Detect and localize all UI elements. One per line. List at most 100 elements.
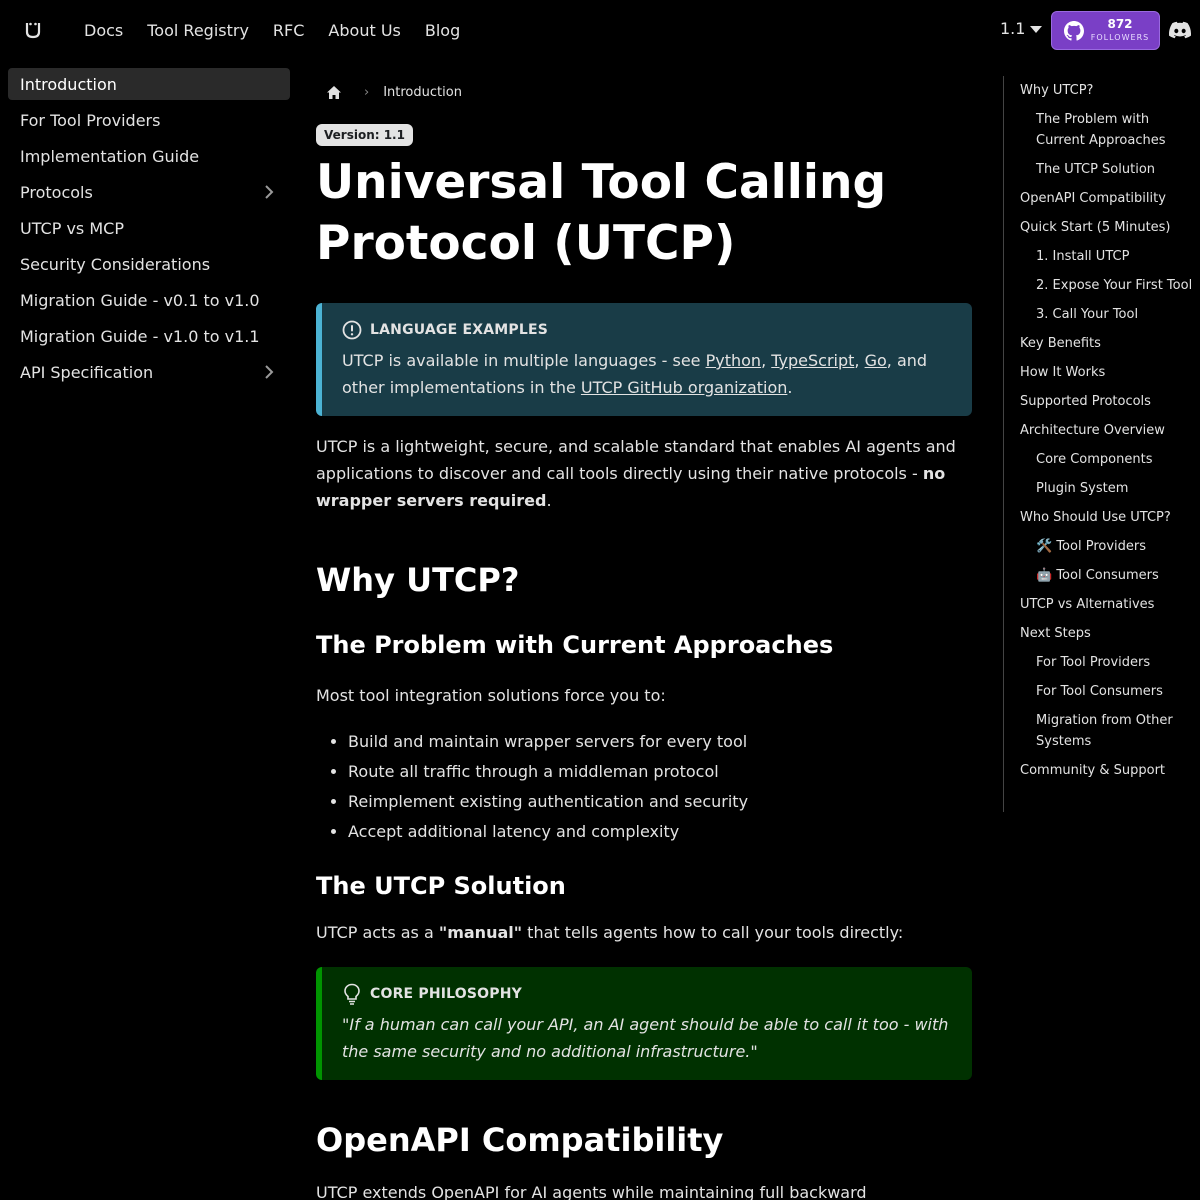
admonition-separator: ,	[761, 351, 772, 370]
version-dropdown[interactable]: 1.1	[1000, 19, 1043, 38]
list-item: Accept additional latency and complexity	[348, 819, 972, 845]
breadcrumb: › Introduction	[316, 76, 972, 108]
sidebar-item-utcp-vs-mcp[interactable]: UTCP vs MCP	[8, 212, 290, 244]
heading-problem: The Problem with Current Approaches	[316, 631, 834, 659]
solution-text-end: that tells agents how to call your tools…	[522, 923, 904, 942]
nav-link-docs[interactable]: Docs	[84, 21, 123, 40]
sidebar-item-label: Migration Guide - v1.0 to v1.1	[20, 326, 260, 346]
github-follower-label: FOLLOWERS	[1090, 33, 1150, 42]
admonition-heading: CORE PHILOSOPHY	[370, 986, 523, 1002]
tip-admonition: CORE PHILOSOPHY "If a human can call you…	[316, 967, 972, 1080]
intro-text-end: .	[546, 491, 552, 510]
python-link[interactable]: Python	[706, 351, 761, 370]
sidebar-item-label: API Specification	[20, 362, 154, 382]
discord-icon[interactable]	[1169, 21, 1191, 39]
intro-text: UTCP is a lightweight, secure, and scala…	[316, 437, 956, 483]
toc-item[interactable]: 2. Expose Your First Tool	[1004, 271, 1200, 300]
sidebar-item-migration-v10-v11[interactable]: Migration Guide - v1.0 to v1.1	[8, 320, 290, 352]
toc-item[interactable]: 🛠️ Tool Providers	[1004, 532, 1200, 561]
admonition-text: UTCP is available in multiple languages …	[342, 351, 706, 370]
nav-link-rfc[interactable]: RFC	[273, 21, 305, 40]
github-followers-button[interactable]: 872 FOLLOWERS	[1051, 11, 1160, 50]
solution-paragraph: UTCP acts as a "manual" that tells agent…	[316, 919, 972, 946]
toc-item[interactable]: Migration from Other Systems	[1004, 706, 1200, 756]
typescript-link[interactable]: TypeScript	[771, 351, 854, 370]
toc-item[interactable]: OpenAPI Compatibility	[1004, 184, 1200, 213]
github-icon	[1064, 21, 1084, 41]
sidebar-item-migration-v01-v10[interactable]: Migration Guide - v0.1 to v1.0	[8, 284, 290, 316]
sidebar-item-label: Security Considerations	[20, 254, 211, 274]
list-item: Build and maintain wrapper servers for e…	[348, 729, 972, 755]
admonition-body: UTCP is available in multiple languages …	[342, 347, 952, 401]
chevron-right-icon[interactable]	[262, 365, 276, 379]
philosophy-quote: "If a human can call your API, an AI age…	[342, 1015, 949, 1061]
nav-link-tool-registry[interactable]: Tool Registry	[147, 21, 249, 40]
sidebar-item-label: Introduction	[20, 74, 117, 94]
heading-solution: The UTCP Solution	[316, 872, 566, 900]
page-title: Universal Tool Calling Protocol (UTCP)	[316, 155, 887, 271]
heading-why-utcp: Why UTCP?	[316, 561, 520, 599]
utcp-logo-icon[interactable]	[22, 20, 44, 40]
breadcrumb-separator-icon: ›	[364, 84, 370, 100]
lightbulb-icon	[344, 983, 360, 1005]
go-link[interactable]: Go	[865, 351, 887, 370]
doc-content: › Introduction Version: 1.1 Universal To…	[316, 76, 972, 1200]
intro-paragraph: UTCP is a lightweight, secure, and scala…	[316, 433, 972, 514]
toc-item[interactable]: Quick Start (5 Minutes)	[1004, 213, 1200, 242]
sidebar-item-for-tool-providers[interactable]: For Tool Providers	[8, 104, 290, 136]
caret-down-icon	[1030, 26, 1043, 33]
list-item: Route all traffic through a middleman pr…	[348, 759, 972, 785]
sidebar-item-implementation-guide[interactable]: Implementation Guide	[8, 140, 290, 172]
info-icon	[342, 320, 362, 340]
sidebar-item-label: Migration Guide - v0.1 to v1.0	[20, 290, 260, 310]
sidebar-item-label: Protocols	[20, 182, 93, 202]
docs-sidebar: Introduction For Tool Providers Implemen…	[8, 68, 290, 392]
breadcrumb-current: Introduction	[383, 84, 462, 100]
info-admonition: LANGUAGE EXAMPLES UTCP is available in m…	[316, 303, 972, 416]
toc-item[interactable]: Plugin System	[1004, 474, 1200, 503]
table-of-contents: Why UTCP? The Problem with Current Appro…	[1003, 76, 1200, 812]
version-dropdown-label: 1.1	[1000, 19, 1026, 38]
solution-text: UTCP acts as a	[316, 923, 439, 942]
toc-item[interactable]: Supported Protocols	[1004, 387, 1200, 416]
toc-item[interactable]: For Tool Consumers	[1004, 677, 1200, 706]
toc-item[interactable]: 1. Install UTCP	[1004, 242, 1200, 271]
sidebar-item-label: Implementation Guide	[20, 146, 200, 166]
version-badge: Version: 1.1	[316, 124, 413, 146]
nav-link-blog[interactable]: Blog	[425, 21, 460, 40]
toc-item[interactable]: How It Works	[1004, 358, 1200, 387]
toc-item[interactable]: 🤖 Tool Consumers	[1004, 561, 1200, 590]
toc-item[interactable]: Core Components	[1004, 445, 1200, 474]
solution-bold-text: "manual"	[438, 923, 523, 942]
toc-item[interactable]: Why UTCP?	[1004, 76, 1200, 105]
top-navbar: Docs Tool Registry RFC About Us Blog 1.1…	[0, 0, 1200, 60]
nav-link-about-us[interactable]: About Us	[328, 21, 400, 40]
toc-item[interactable]: Architecture Overview	[1004, 416, 1200, 445]
admonition-heading: LANGUAGE EXAMPLES	[370, 322, 549, 338]
sidebar-item-api-specification[interactable]: API Specification	[8, 356, 290, 388]
heading-openapi: OpenAPI Compatibility	[316, 1121, 724, 1159]
sidebar-item-introduction[interactable]: Introduction	[8, 68, 290, 100]
github-org-link[interactable]: UTCP GitHub organization	[581, 378, 787, 397]
toc-item[interactable]: 3. Call Your Tool	[1004, 300, 1200, 329]
toc-item[interactable]: Community & Support	[1004, 756, 1200, 785]
toc-item[interactable]: For Tool Providers	[1004, 648, 1200, 677]
problem-list: Build and maintain wrapper servers for e…	[348, 729, 972, 845]
openapi-paragraph: UTCP extends OpenAPI for AI agents while…	[316, 1183, 867, 1200]
list-item: Reimplement existing authentication and …	[348, 789, 972, 815]
problem-intro: Most tool integration solutions force yo…	[316, 686, 666, 705]
sidebar-item-security-considerations[interactable]: Security Considerations	[8, 248, 290, 280]
toc-item[interactable]: The UTCP Solution	[1004, 155, 1200, 184]
admonition-text: .	[787, 378, 793, 397]
toc-item[interactable]: Who Should Use UTCP?	[1004, 503, 1200, 532]
sidebar-item-label: For Tool Providers	[20, 110, 161, 130]
toc-item[interactable]: UTCP vs Alternatives	[1004, 590, 1200, 619]
sidebar-item-protocols[interactable]: Protocols	[8, 176, 290, 208]
chevron-right-icon[interactable]	[262, 185, 276, 199]
sidebar-item-label: UTCP vs MCP	[20, 218, 124, 238]
admonition-separator: ,	[854, 351, 865, 370]
home-icon[interactable]	[316, 77, 352, 107]
toc-item[interactable]: Next Steps	[1004, 619, 1200, 648]
toc-item[interactable]: Key Benefits	[1004, 329, 1200, 358]
toc-item[interactable]: The Problem with Current Approaches	[1004, 105, 1200, 155]
